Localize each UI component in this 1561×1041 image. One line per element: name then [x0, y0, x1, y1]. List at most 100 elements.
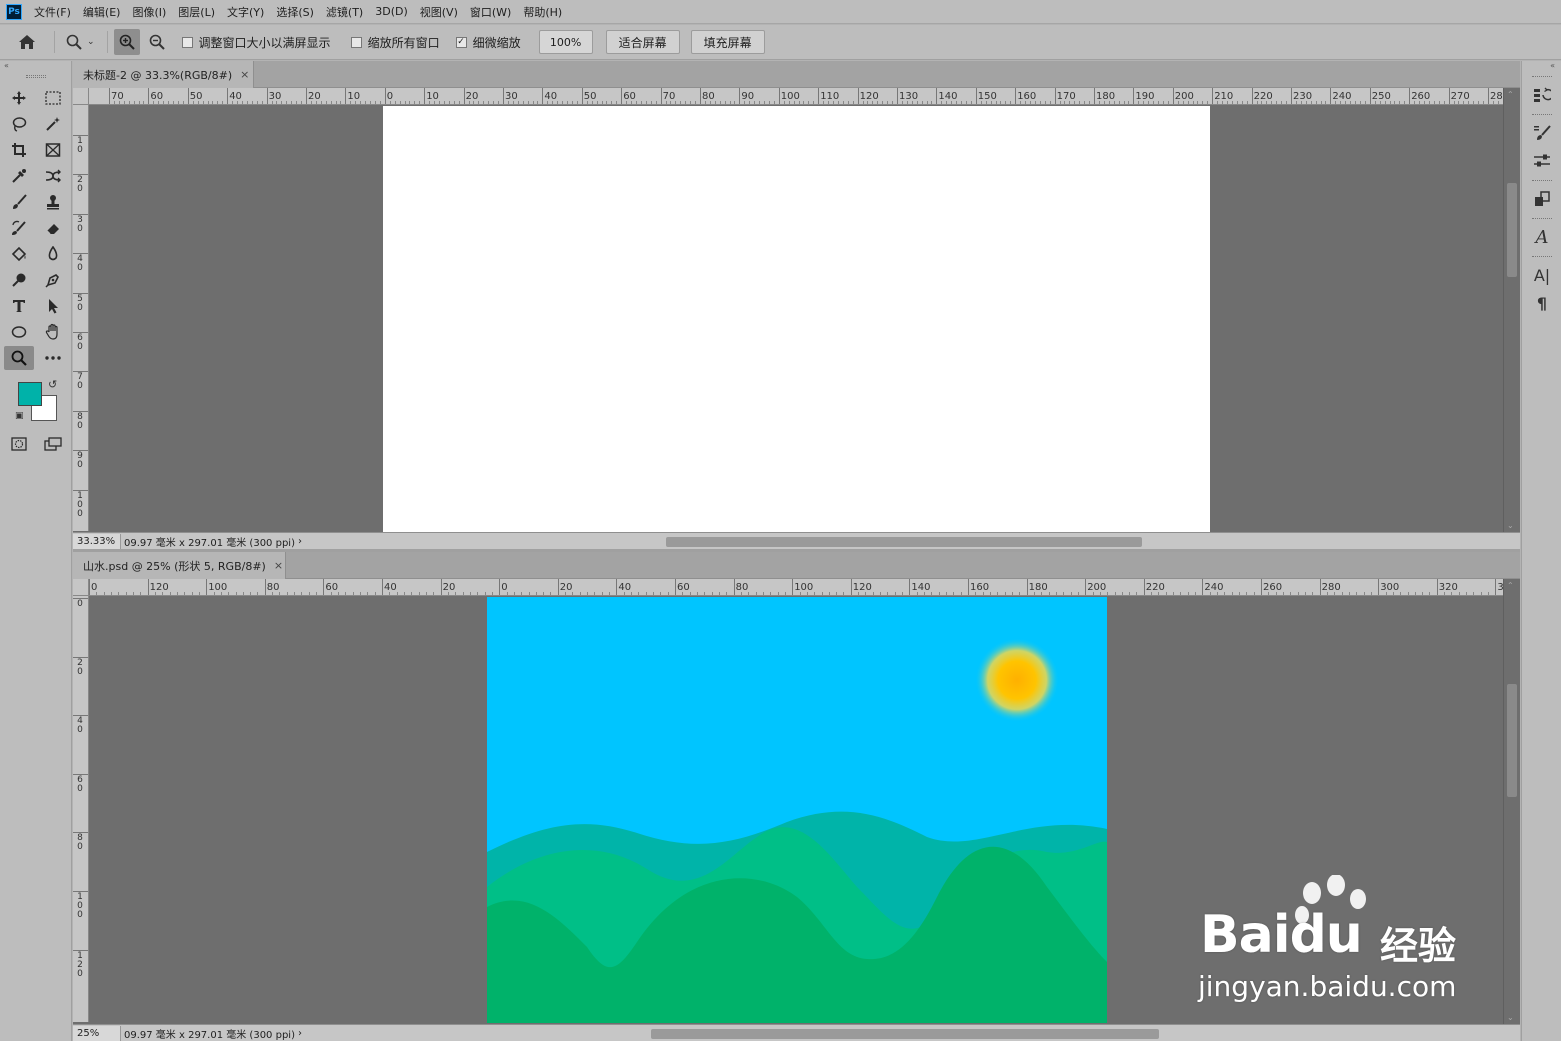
horizontal-scroll-thumb[interactable]: [651, 1029, 1159, 1039]
scrubby-zoom-checkbox[interactable]: ✓ 细微缩放: [455, 34, 521, 51]
horizontal-ruler[interactable]: 70 60 50 40 30 20 10 0 10 20 30 40 50 60 70 80 90 100 110 1…: [89, 88, 1503, 105]
ruler-origin[interactable]: [73, 579, 89, 596]
menu-window[interactable]: 窗口(W): [470, 4, 511, 20]
frame-tool-icon[interactable]: [38, 138, 68, 162]
ruler-minor-tick: [1429, 592, 1431, 595]
ruler-minor-tick: [1414, 592, 1416, 595]
more-tools-icon[interactable]: [38, 346, 68, 370]
panel-grip[interactable]: [1531, 114, 1552, 117]
character-panel-icon[interactable]: A|: [1522, 261, 1561, 289]
fit-screen-button[interactable]: 适合屏幕: [605, 30, 680, 54]
blur-tool-icon[interactable]: [38, 242, 68, 266]
panel-grip[interactable]: [1531, 76, 1552, 79]
scroll-up-icon[interactable]: ⌃: [1507, 581, 1514, 590]
panel-grip[interactable]: [25, 75, 46, 78]
paragraph-panel-icon[interactable]: ¶: [1522, 289, 1561, 317]
zoom-level-field[interactable]: 33.33%: [73, 533, 121, 549]
marquee-tool-icon[interactable]: [38, 86, 68, 110]
menu-type[interactable]: 文字(Y): [227, 4, 264, 20]
ruler-minor-tick: [680, 101, 682, 104]
brush-tool-icon[interactable]: [4, 190, 34, 214]
menu-layer[interactable]: 图层(L): [178, 4, 215, 20]
vertical-scrollbar[interactable]: ⌃ ⌄: [1503, 579, 1519, 1024]
stamp-tool-icon[interactable]: [38, 190, 68, 214]
clone-source-panel-icon[interactable]: [1522, 185, 1561, 213]
menu-file[interactable]: 文件(F): [34, 4, 71, 20]
zoom-tool-preset-icon[interactable]: [61, 29, 87, 55]
resize-windows-checkbox[interactable]: 调整窗口大小以满屏显示: [181, 34, 331, 51]
quick-mask-icon[interactable]: [4, 432, 34, 456]
status-menu-arrow[interactable]: ›: [298, 1028, 302, 1039]
crop-tool-icon[interactable]: [4, 138, 34, 162]
canvas-viewport[interactable]: [90, 597, 1503, 1023]
document-tab-shanshui[interactable]: 山水.psd @ 25% (形状 5, RGB/8#) ×: [73, 552, 286, 579]
collapse-panel-icon[interactable]: «: [1522, 61, 1561, 71]
screen-mode-icon[interactable]: [38, 432, 68, 456]
home-icon[interactable]: [14, 29, 40, 55]
glyphs-panel-icon[interactable]: A: [1522, 223, 1561, 251]
adjustments-panel-icon[interactable]: [1522, 147, 1561, 175]
panel-grip[interactable]: [1531, 180, 1552, 183]
menu-help[interactable]: 帮助(H): [523, 4, 562, 20]
menu-select[interactable]: 选择(S): [276, 4, 314, 20]
chevron-down-icon[interactable]: ⌄: [87, 37, 95, 47]
zoom-percent-field[interactable]: 100%: [538, 30, 593, 54]
ruler-minor-tick: [1129, 592, 1131, 595]
history-brush-tool-icon[interactable]: [4, 216, 34, 240]
close-icon[interactable]: ×: [274, 559, 283, 572]
pen-tool-icon[interactable]: [38, 268, 68, 292]
eraser-tool-icon[interactable]: [38, 216, 68, 240]
brush-settings-panel-icon[interactable]: [1522, 119, 1561, 147]
type-tool-icon[interactable]: [4, 294, 34, 318]
status-menu-arrow[interactable]: ›: [298, 536, 302, 547]
blank-canvas[interactable]: [383, 106, 1210, 532]
collapse-panel-icon[interactable]: «: [0, 61, 71, 71]
scroll-down-icon[interactable]: ⌄: [1507, 1013, 1514, 1022]
menu-edit[interactable]: 编辑(E): [83, 4, 121, 20]
zoom-level-field[interactable]: 25%: [73, 1025, 121, 1041]
zoom-tool-icon[interactable]: [4, 346, 34, 370]
ruler-minor-tick: [325, 101, 327, 104]
magic-wand-tool-icon[interactable]: [38, 112, 68, 136]
document-tab-untitled-2[interactable]: 未标题-2 @ 33.3%(RGB/8#) ×: [73, 61, 254, 88]
zoom-all-windows-checkbox[interactable]: 缩放所有窗口: [350, 34, 440, 51]
vertical-scroll-thumb[interactable]: [1507, 684, 1517, 797]
ruler-label: 30: [268, 91, 282, 102]
swap-colors-icon[interactable]: ↺: [48, 378, 57, 391]
vertical-scrollbar[interactable]: ⌃ ⌄: [1503, 88, 1519, 532]
menu-filter[interactable]: 滤镜(T): [326, 4, 363, 20]
paint-bucket-tool-icon[interactable]: [4, 242, 34, 266]
horizontal-ruler[interactable]: 0 120 100 80 60 40 20 0 20 40 60 80 100 120 140 160 180 2…: [89, 579, 1503, 596]
foreground-color-swatch[interactable]: [18, 382, 42, 406]
ellipse-tool-icon[interactable]: [4, 320, 34, 344]
menu-image[interactable]: 图像(I): [132, 4, 166, 20]
vertical-scroll-thumb[interactable]: [1507, 183, 1517, 277]
ruler-origin[interactable]: [73, 88, 89, 105]
menu-view[interactable]: 视图(V): [420, 4, 458, 20]
panel-grip[interactable]: [1531, 218, 1552, 221]
horizontal-scrollbar[interactable]: [313, 535, 1503, 547]
path-selection-tool-icon[interactable]: [38, 294, 68, 318]
history-panel-icon[interactable]: [1522, 81, 1561, 109]
horizontal-scroll-thumb[interactable]: [666, 537, 1142, 547]
menu-3d[interactable]: 3D(D): [375, 5, 408, 18]
panel-grip[interactable]: [1531, 256, 1552, 259]
move-tool-icon[interactable]: [4, 86, 34, 110]
scroll-up-icon[interactable]: ⌃: [1507, 90, 1514, 99]
vertical-ruler[interactable]: 1 0 2 0 3 0 4 0 5 0 6 0 7 0 8 0 9 0 1 0 0: [73, 105, 89, 531]
zoom-out-icon[interactable]: [144, 29, 170, 55]
canvas-viewport[interactable]: [90, 106, 1503, 532]
hand-tool-icon[interactable]: [38, 320, 68, 344]
close-icon[interactable]: ×: [240, 68, 249, 81]
scroll-down-icon[interactable]: ⌄: [1507, 521, 1514, 530]
fill-screen-button[interactable]: 填充屏幕: [690, 30, 765, 54]
lasso-tool-icon[interactable]: [4, 112, 34, 136]
content-aware-move-tool-icon[interactable]: [38, 164, 68, 188]
zoom-in-icon[interactable]: [113, 29, 140, 55]
dodge-tool-icon[interactable]: [4, 268, 34, 292]
default-colors-icon[interactable]: ▣: [15, 411, 24, 421]
vertical-ruler[interactable]: 0 2 0 4 0 6 0 8 0 1 0 0 1 2 0: [73, 596, 89, 1022]
eyedropper-tool-icon[interactable]: [4, 164, 34, 188]
horizontal-scrollbar[interactable]: [313, 1027, 1503, 1039]
landscape-artwork[interactable]: [487, 597, 1107, 1023]
